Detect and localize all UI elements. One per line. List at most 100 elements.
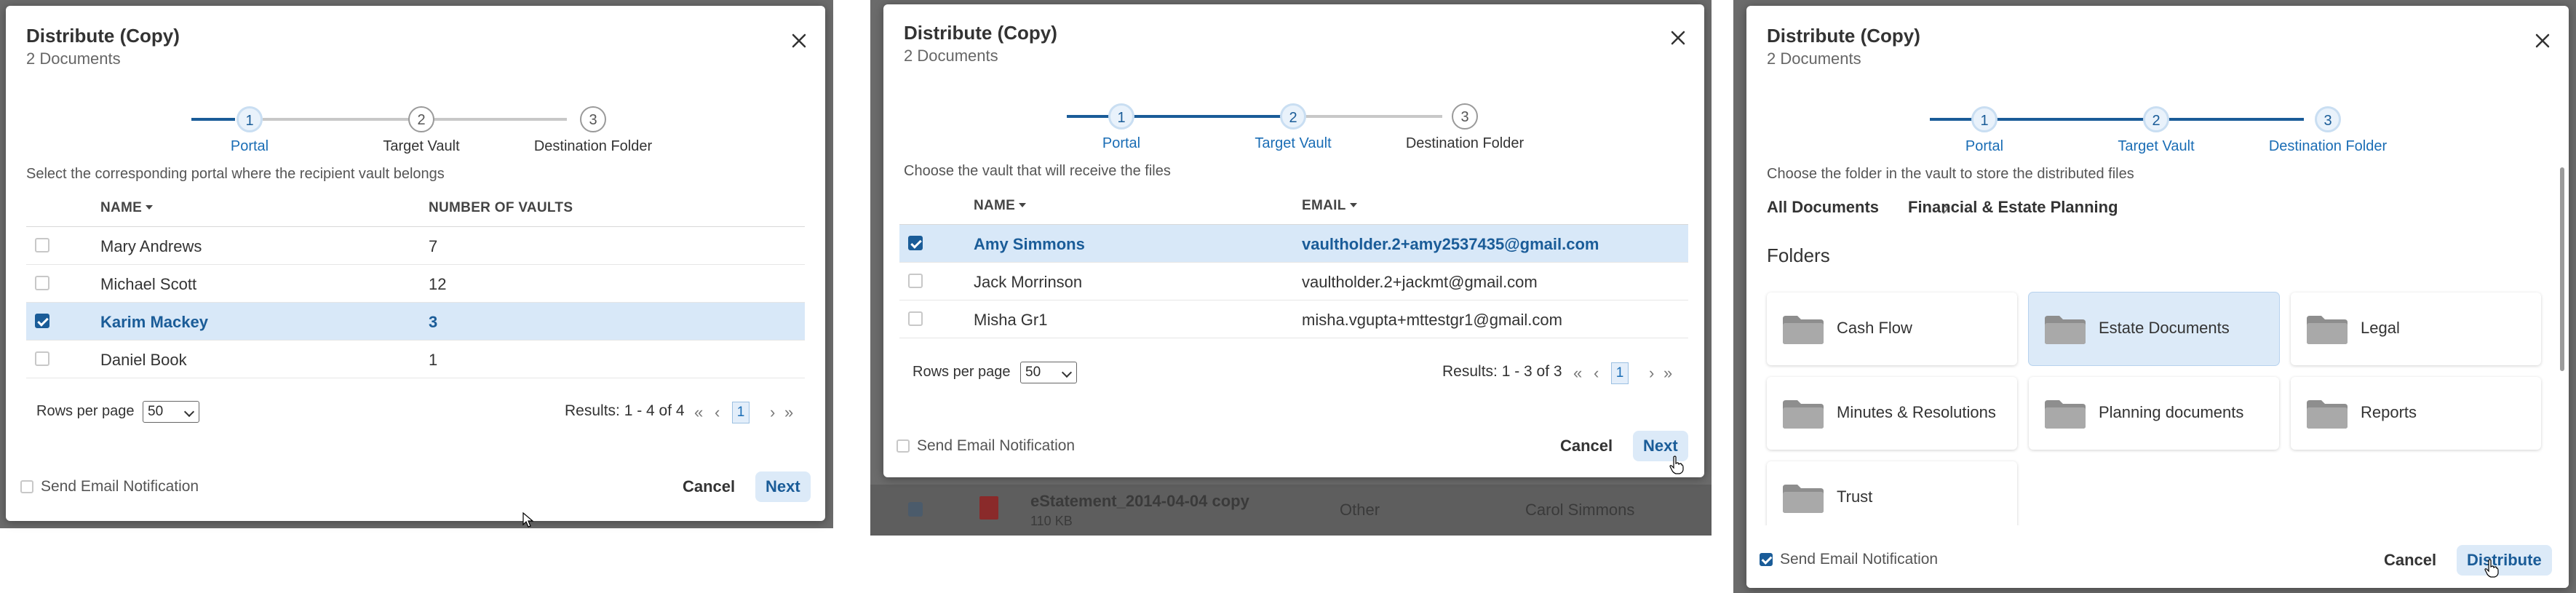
stepper: 1 2 3 Portal Target Vault Destination Fo… — [6, 96, 825, 154]
step-2-circle: 2 — [2143, 106, 2169, 132]
step-3-label: Destination Folder — [533, 138, 653, 154]
table-row[interactable]: Misha Gr1 misha.vgupta+mttestgr1@gmail.c… — [899, 301, 1688, 338]
column-name-label: NAME — [100, 200, 143, 215]
row-checkbox[interactable] — [908, 236, 923, 250]
row-vault-count: 7 — [429, 237, 438, 255]
column-name[interactable]: NAME — [100, 200, 154, 216]
breadcrumb-current-folder: Financial & Estate Planning — [1908, 198, 2118, 216]
page-number[interactable]: 1 — [732, 402, 750, 423]
row-checkbox[interactable] — [35, 314, 49, 328]
sort-caret-icon — [146, 205, 154, 210]
rows-per-page-select[interactable]: 50 — [1020, 362, 1077, 383]
cancel-button[interactable]: Cancel — [683, 477, 735, 496]
table-header: NAME EMAIL — [899, 189, 1688, 225]
rows-per-page-label: Rows per page — [913, 364, 1011, 380]
folders-title: Folders — [1767, 244, 1830, 266]
chevron-down-icon — [183, 406, 195, 418]
close-icon[interactable] — [789, 31, 809, 51]
close-icon[interactable] — [2532, 31, 2553, 51]
step-1-label: Portal — [230, 138, 269, 154]
background-file-icon — [979, 496, 998, 520]
table-header: NAME NUMBER OF VAULTS — [26, 191, 805, 227]
step-1-circle: 1 — [1108, 103, 1134, 130]
row-checkbox[interactable] — [35, 351, 49, 366]
page-number[interactable]: 1 — [1611, 362, 1629, 384]
distribute-button[interactable]: Distribute — [2457, 545, 2552, 576]
notification-label: Send Email Notification — [917, 437, 1076, 454]
table-row[interactable]: Michael Scott 12 — [26, 265, 805, 303]
last-page-icon[interactable]: » — [784, 402, 793, 423]
mouse-pointer-icon — [522, 512, 534, 528]
folder-card-minutes-resolutions[interactable]: Minutes & Resolutions — [1767, 377, 2017, 450]
row-checkbox[interactable] — [35, 238, 49, 252]
notification-label: Send Email Notification — [41, 478, 199, 495]
step-3-circle: 3 — [580, 106, 606, 132]
table-row[interactable]: Daniel Book 1 — [26, 341, 805, 378]
table-row[interactable]: Mary Andrews 7 — [26, 227, 805, 265]
row-checkbox[interactable] — [908, 311, 923, 326]
folder-name: Estate Documents — [2099, 319, 2230, 337]
dialog-subtitle: 2 Documents — [1767, 49, 1861, 68]
vault-table: NAME EMAIL Amy Simmons vaultholder.2+amy… — [899, 189, 1688, 338]
background-file-row: eStatement_2014-04-04 copy 110 KB Other … — [870, 485, 1712, 536]
row-checkbox[interactable] — [35, 276, 49, 290]
chevron-down-icon — [1061, 367, 1073, 378]
row-name: Amy Simmons — [974, 235, 1085, 253]
notification-checkbox[interactable] — [20, 480, 33, 493]
background-file-owner: Carol Simmons — [1525, 501, 1635, 519]
close-icon[interactable] — [1668, 28, 1688, 48]
hand-pointer-icon — [2484, 559, 2499, 578]
folder-icon — [1783, 400, 1824, 429]
next-page-icon[interactable]: › — [1649, 363, 1654, 383]
first-page-icon[interactable]: « — [694, 402, 703, 423]
cancel-button[interactable]: Cancel — [1560, 437, 1613, 455]
table-row[interactable]: Amy Simmons vaultholder.2+amy2537435@gma… — [899, 225, 1688, 263]
folder-card-cash-flow[interactable]: Cash Flow — [1767, 292, 2017, 365]
column-email[interactable]: EMAIL — [1302, 198, 1357, 214]
step-1-label: Portal — [1102, 135, 1141, 151]
next-page-icon[interactable]: › — [770, 402, 775, 423]
step-1-label: Portal — [1965, 138, 2004, 154]
table-row[interactable]: Jack Morrinson vaultholder.2+jackmt@gmai… — [899, 263, 1688, 301]
folder-card-legal[interactable]: Legal — [2291, 292, 2541, 365]
step-2-label: Target Vault — [1255, 135, 1332, 151]
rows-per-page-select[interactable]: 50 — [143, 401, 199, 423]
step-2-circle: 2 — [408, 106, 434, 132]
column-name[interactable]: NAME — [974, 198, 1027, 214]
first-page-icon[interactable]: « — [1573, 363, 1582, 383]
folder-name: Cash Flow — [1837, 319, 1912, 337]
folder-card-estate-documents[interactable]: Estate Documents — [2029, 292, 2279, 365]
last-page-icon[interactable]: » — [1663, 363, 1672, 383]
rows-per-page-value: 50 — [148, 404, 164, 419]
breadcrumb-all-documents[interactable]: All Documents — [1767, 198, 1879, 217]
prev-page-icon[interactable]: ‹ — [1594, 363, 1599, 383]
next-button[interactable]: Next — [755, 471, 811, 502]
folder-name: Trust — [1837, 487, 1873, 506]
results-count: Results: 1 - 4 of 4 — [565, 402, 685, 419]
column-name-label: NAME — [974, 198, 1016, 213]
dialog-title: Distribute (Copy) — [904, 22, 1057, 44]
cancel-button[interactable]: Cancel — [2384, 551, 2436, 570]
step-2-label: Target Vault — [2118, 138, 2195, 154]
table-row[interactable]: Karim Mackey 3 — [26, 303, 805, 341]
row-email: vaultholder.2+amy2537435@gmail.com — [1302, 235, 1599, 253]
stepper: 1 2 3 Portal Target Vault Destination Fo… — [1746, 96, 2569, 154]
notification-checkbox[interactable] — [1760, 553, 1773, 566]
folder-card-trust[interactable]: Trust — [1767, 461, 2017, 534]
prev-page-icon[interactable]: ‹ — [715, 402, 720, 423]
dialog-title: Distribute (Copy) — [26, 25, 180, 47]
dialog-header: Distribute (Copy) 2 Documents — [1767, 23, 2548, 70]
background-file-type: Other — [1340, 501, 1380, 519]
folder-name: Reports — [2361, 403, 2417, 421]
notification-checkbox[interactable] — [897, 439, 910, 453]
step-3-circle: 3 — [2315, 106, 2341, 132]
column-number-of-vaults[interactable]: NUMBER OF VAULTS — [429, 200, 573, 216]
row-checkbox[interactable] — [908, 274, 923, 288]
folder-card-planning-documents[interactable]: Planning documents — [2029, 377, 2279, 450]
folder-card-reports[interactable]: Reports — [2291, 377, 2541, 450]
background-file-name: eStatement_2014-04-04 copy — [1030, 492, 1249, 510]
step-2-circle: 2 — [1280, 103, 1306, 130]
portal-table: NAME NUMBER OF VAULTS Mary Andrews 7 Mic… — [26, 191, 805, 378]
scrollbar[interactable] — [2560, 167, 2564, 371]
dialog-title: Distribute (Copy) — [1767, 25, 1920, 47]
